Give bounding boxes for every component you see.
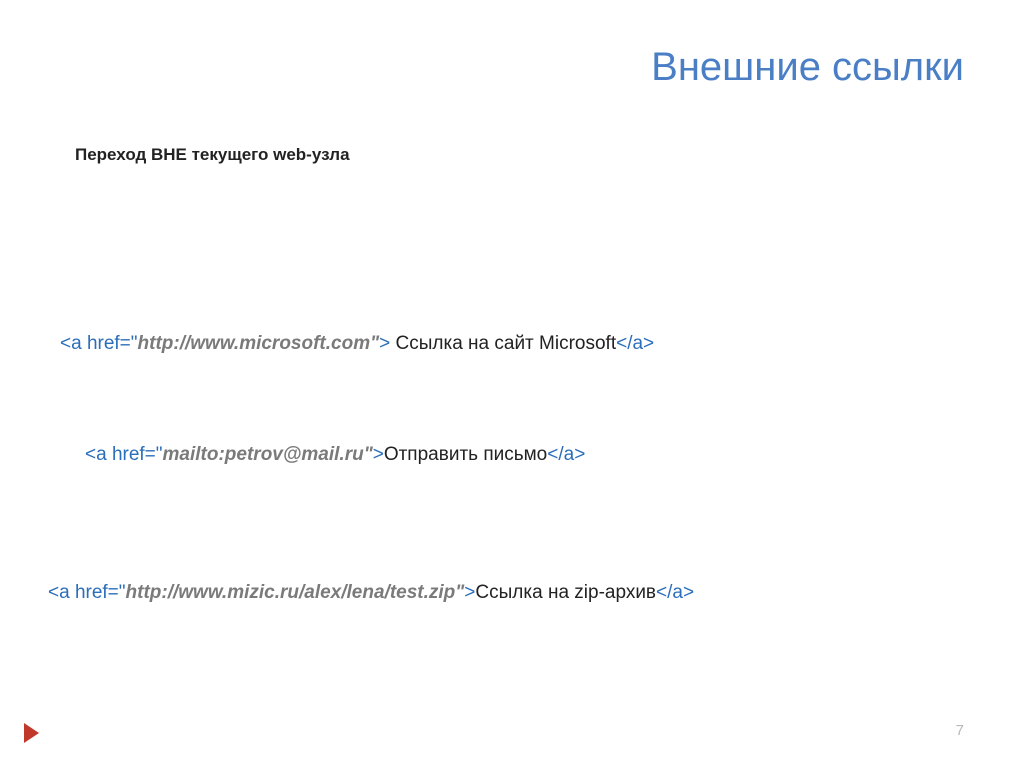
slide-title: Внешние ссылки <box>651 45 964 90</box>
tag-close: </a> <box>547 444 585 465</box>
link-text: Отправить письмо <box>384 444 547 465</box>
quote-close: " <box>455 582 464 603</box>
link-text: Ссылка на zip-архив <box>475 582 656 603</box>
quote-close: " <box>364 444 373 465</box>
code-example-3: <a href="http://www.mizic.ru/alex/lena/t… <box>48 582 694 604</box>
tag-bracket-close: > <box>379 333 395 354</box>
url-text: mailto:petrov@mail.ru <box>163 444 364 465</box>
tag-bracket-close: > <box>464 582 475 603</box>
tag-close: </a> <box>656 582 694 603</box>
link-text: Ссылка на сайт Microsoft <box>396 333 617 354</box>
url-text: http://www.mizic.ru/alex/lena/test.zip <box>126 582 456 603</box>
tag-open: <a href=" <box>60 333 138 354</box>
quote-close: " <box>370 333 379 354</box>
tag-bracket-close: > <box>373 444 384 465</box>
next-marker-icon <box>24 723 39 743</box>
tag-open: <a href=" <box>85 444 163 465</box>
url-text: http://www.microsoft.com <box>138 333 371 354</box>
code-example-2: <a href="mailto:petrov@mail.ru">Отправит… <box>85 444 585 466</box>
slide-subtitle: Переход ВНЕ текущего web-узла <box>75 145 350 165</box>
tag-open: <a href=" <box>48 582 126 603</box>
tag-close: </a> <box>616 333 654 354</box>
page-number: 7 <box>956 722 964 739</box>
code-example-1: <a href="http://www.microsoft.com"> Ссыл… <box>60 333 654 355</box>
